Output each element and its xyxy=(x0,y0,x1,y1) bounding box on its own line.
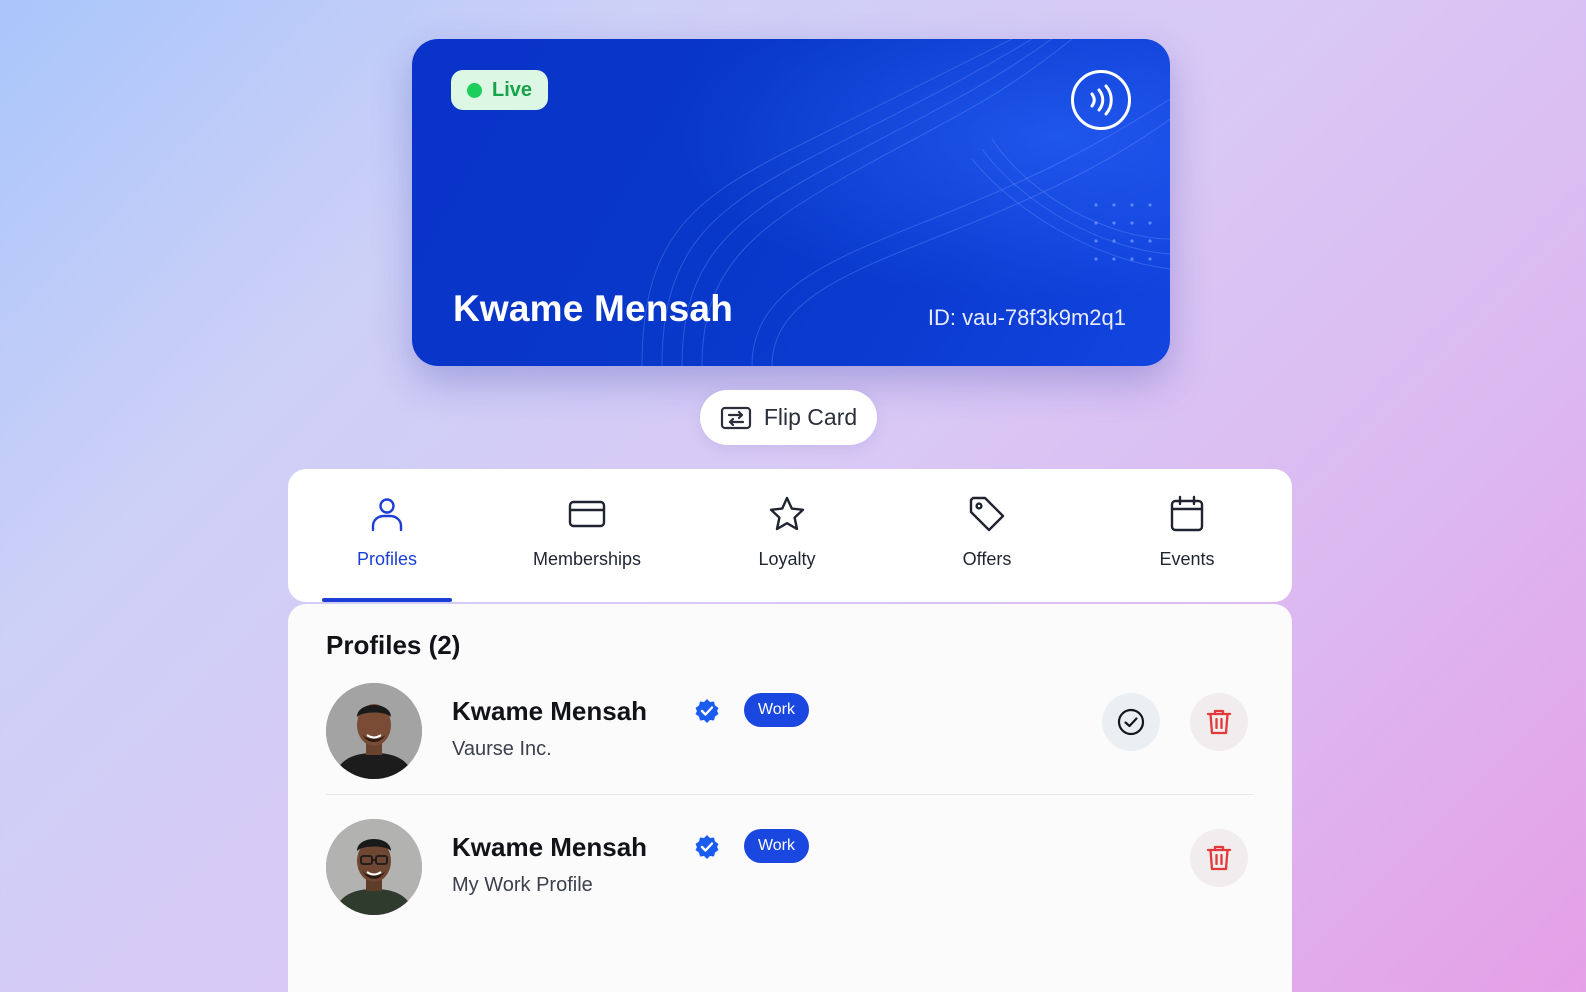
section-tabs: Profiles Memberships Loyalty Offers Even… xyxy=(288,469,1292,602)
avatar-photo xyxy=(326,819,422,915)
delete-profile-button[interactable] xyxy=(1190,693,1248,751)
tab-label: Loyalty xyxy=(758,549,816,569)
profile-row[interactable]: Kwame Mensah Work My Work Profile xyxy=(326,814,1254,924)
check-circle-icon xyxy=(1117,708,1145,736)
profile-subtitle: Vaurse Inc. xyxy=(452,738,552,760)
delete-profile-button[interactable] xyxy=(1190,829,1248,887)
tab-loyalty[interactable]: Loyalty xyxy=(722,469,852,602)
tab-label: Offers xyxy=(962,549,1012,569)
star-icon xyxy=(769,496,805,531)
profile-row[interactable]: Kwame Mensah Work Vaurse Inc. xyxy=(326,678,1254,788)
profile-type-badge: Work xyxy=(744,693,809,727)
dot-grid-decoration xyxy=(1094,203,1152,261)
profile-name: Kwame Mensah xyxy=(452,832,648,862)
verified-badge-icon xyxy=(695,835,719,859)
flip-card-label: Flip Card xyxy=(763,404,858,430)
profile-subtitle: My Work Profile xyxy=(452,874,593,896)
profile-name: Kwame Mensah xyxy=(452,696,648,726)
tab-label: Events xyxy=(1159,549,1215,569)
avatar xyxy=(326,819,422,915)
trash-icon xyxy=(1206,709,1232,735)
row-divider xyxy=(326,794,1254,795)
avatar-photo xyxy=(326,683,422,779)
card-icon xyxy=(568,500,606,528)
user-icon xyxy=(371,498,403,532)
tab-offers[interactable]: Offers xyxy=(922,469,1052,602)
live-status-text: Live xyxy=(491,78,533,101)
verified-badge-icon xyxy=(695,699,719,723)
profiles-panel: Profiles (2) Kwame Mensah Work Vaurse In… xyxy=(288,604,1292,992)
tab-label: Memberships xyxy=(532,549,642,569)
profile-type-badge: Work xyxy=(744,829,809,863)
tab-profiles[interactable]: Profiles xyxy=(322,469,452,602)
flip-card-icon xyxy=(720,406,751,429)
calendar-icon xyxy=(1170,495,1204,532)
tab-events[interactable]: Events xyxy=(1122,469,1252,602)
profiles-title: Profiles (2) xyxy=(326,630,461,660)
identity-card[interactable]: Live Kwame Mensah ID: vau-78f3k9m2q1 xyxy=(412,39,1170,366)
live-dot-icon xyxy=(466,82,482,98)
contactless-icon xyxy=(1071,70,1131,130)
select-profile-button[interactable] xyxy=(1102,693,1160,751)
live-status-badge: Live xyxy=(451,70,548,110)
tab-label: Profiles xyxy=(356,549,418,569)
card-id: ID: vau-78f3k9m2q1 xyxy=(927,305,1126,330)
tab-memberships[interactable]: Memberships xyxy=(522,469,652,602)
flip-card-button[interactable]: Flip Card xyxy=(700,390,877,445)
card-holder-name: Kwame Mensah xyxy=(453,288,733,329)
avatar xyxy=(326,683,422,779)
tag-icon xyxy=(969,496,1005,532)
trash-icon xyxy=(1206,845,1232,871)
